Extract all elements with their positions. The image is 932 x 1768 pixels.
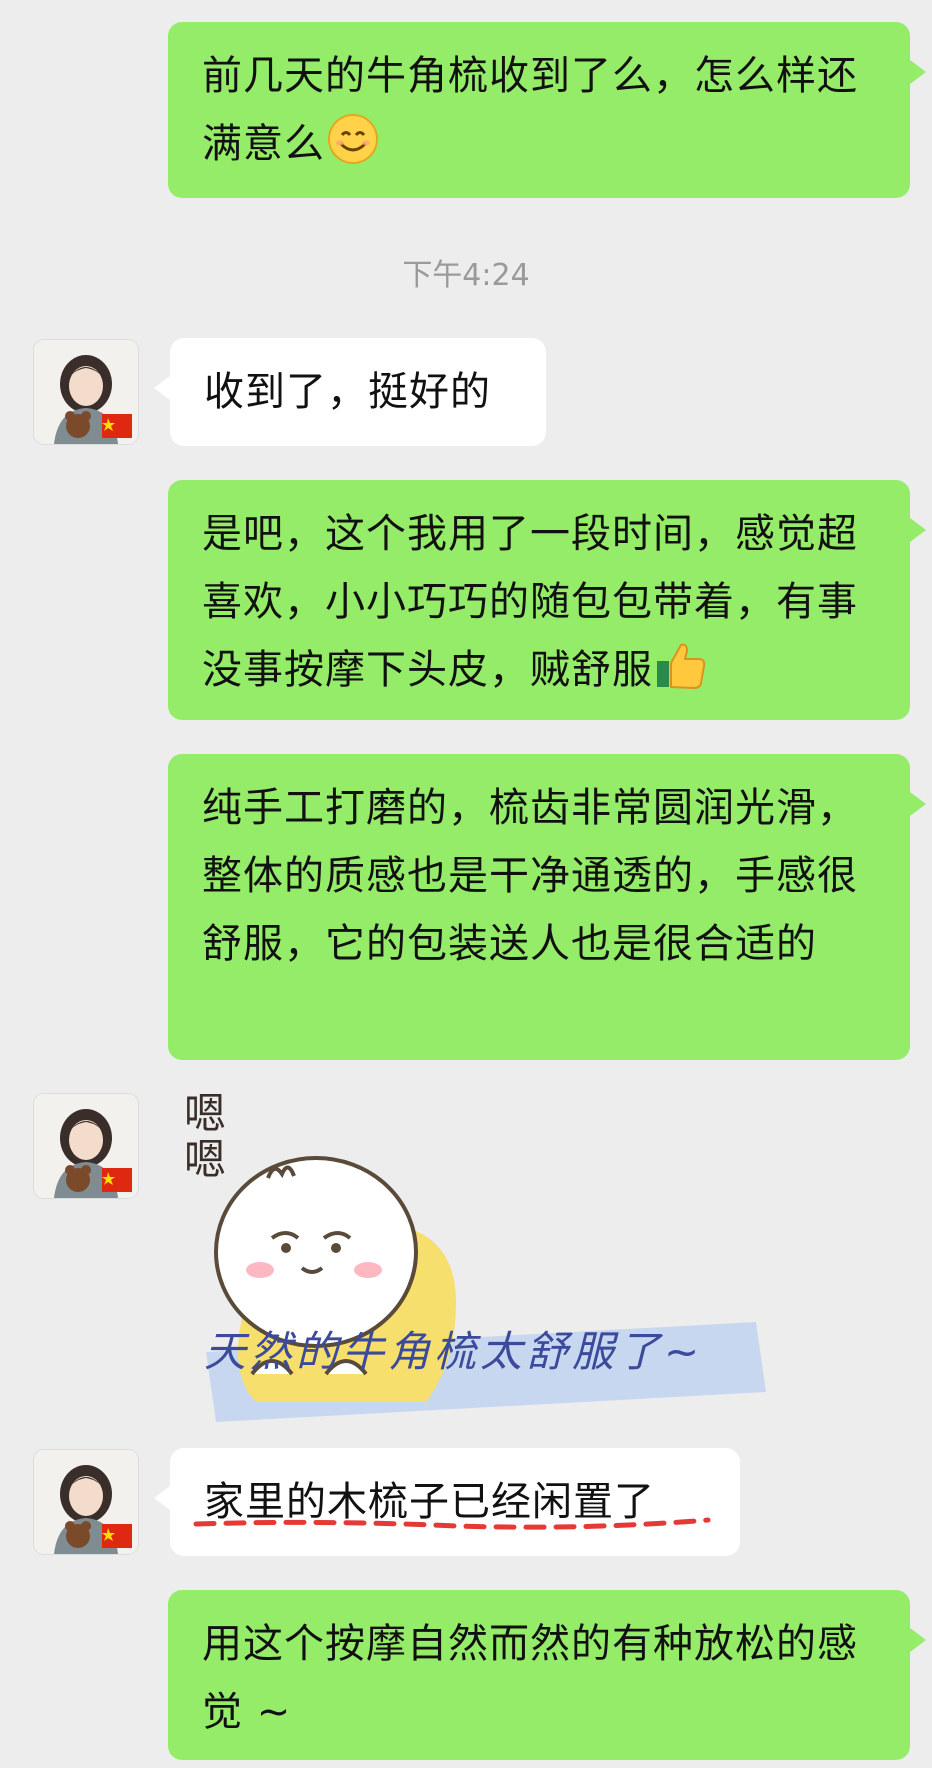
sticker-message[interactable]: 嗯嗯 天然的牛角梳太舒服了~ (176, 1089, 816, 1462)
message-text: 前几天的牛角梳收到了么，怎么样还满意么 (202, 53, 858, 167)
outgoing-message-2[interactable]: 是吧，这个我用了一段时间，感觉超喜欢，小小巧巧的随包包带着，有事没事按摩下头皮，… (168, 480, 926, 720)
message-text: 用这个按摩自然而然的有种放松的感觉 ~ (202, 1621, 858, 1735)
outgoing-message-3[interactable]: 纯手工打磨的，梳齿非常圆润光滑，整体的质感也是干净通透的，手感很舒服，它的包装送… (168, 754, 926, 1060)
message-text: 收到了，挺好的 (204, 369, 491, 415)
incoming-message-1[interactable]: 收到了，挺好的 (154, 338, 546, 446)
message-text: 是吧，这个我用了一段时间，感觉超喜欢，小小巧巧的随包包带着，有事没事按摩下头皮，… (202, 511, 858, 693)
user-avatar[interactable] (34, 1450, 138, 1554)
sticker-text: 嗯嗯 (184, 1092, 226, 1184)
red-dashed-underline (193, 1517, 711, 1530)
incoming-message-2[interactable]: 家里的木梳子已经闲置了 (154, 1448, 740, 1556)
message-text: 纯手工打磨的，梳齿非常圆润光滑，整体的质感也是干净通透的，手感很舒服，它的包装送… (202, 785, 858, 967)
outgoing-message-1[interactable]: 前几天的牛角梳收到了么，怎么样还满意么 (168, 22, 926, 198)
sticker-caption: 天然的牛角梳太舒服了~ (204, 1327, 704, 1376)
thumbs-up-emoji-icon (655, 639, 707, 712)
outgoing-message-4[interactable]: 用这个按摩自然而然的有种放松的感觉 ~ (168, 1590, 926, 1760)
timestamp: 下午4:24 (402, 258, 530, 293)
user-avatar[interactable] (34, 1094, 138, 1198)
smiling-face-emoji-icon (327, 113, 379, 186)
user-avatar[interactable] (34, 340, 138, 444)
